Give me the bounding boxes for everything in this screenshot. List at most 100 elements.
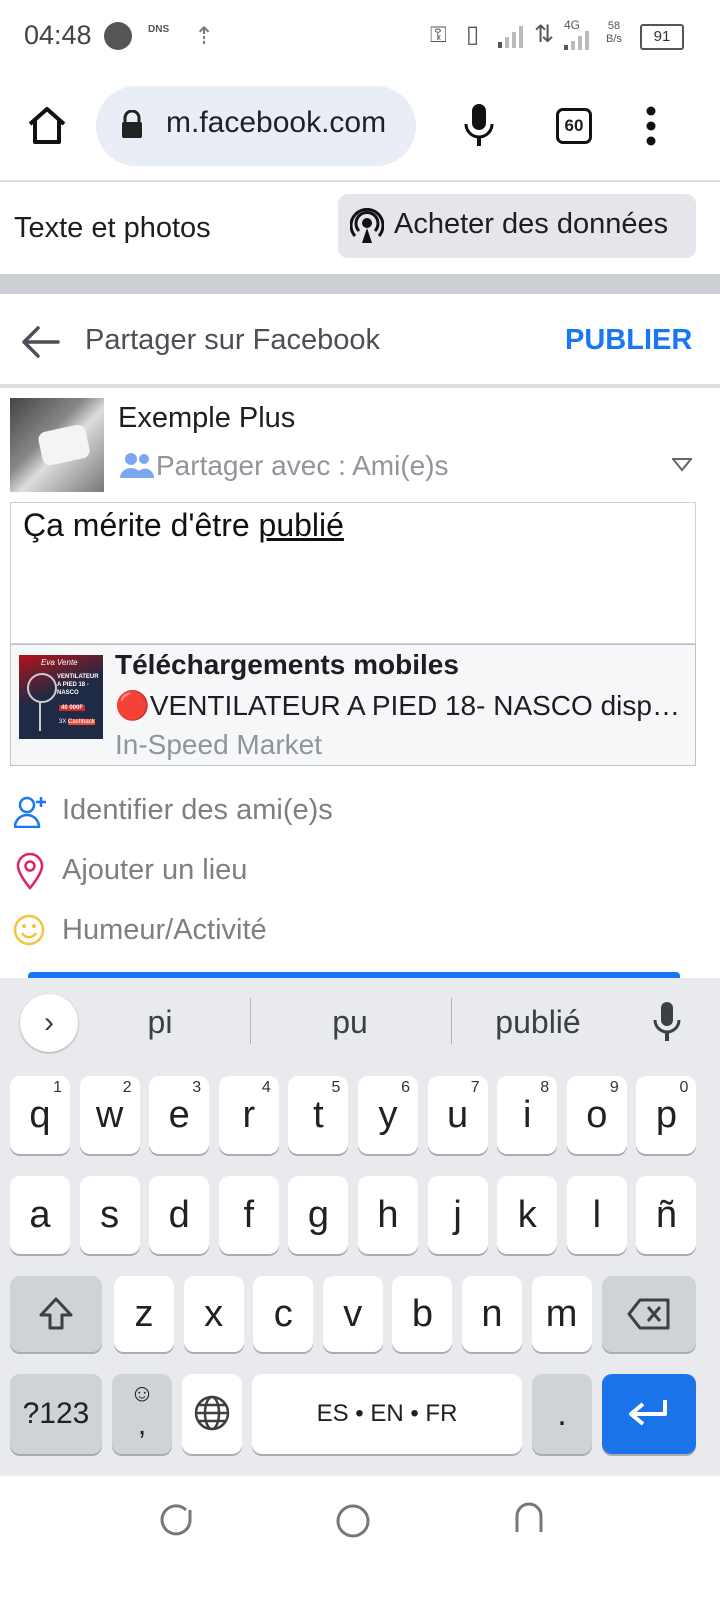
key-y[interactable]: y6 bbox=[358, 1076, 418, 1154]
thumb-price: 40 000F bbox=[59, 705, 86, 711]
overflow-menu-button[interactable] bbox=[644, 106, 658, 146]
thumb-text: VENTILATEUR A PIED 18 -NASCO bbox=[57, 674, 99, 696]
dropdown-triangle-icon[interactable] bbox=[670, 458, 694, 477]
key-o[interactable]: o9 bbox=[566, 1076, 627, 1154]
key-f[interactable]: f bbox=[218, 1176, 279, 1254]
user-name[interactable]: Exemple Plus bbox=[118, 402, 295, 435]
key-a[interactable]: a bbox=[10, 1176, 70, 1254]
key-label: o bbox=[586, 1094, 608, 1136]
suggestion-2[interactable]: pu bbox=[260, 1004, 440, 1041]
key-g[interactable]: g bbox=[288, 1176, 349, 1254]
key-m[interactable]: m bbox=[531, 1276, 592, 1352]
key-label: q bbox=[29, 1094, 51, 1136]
tag-friends-row[interactable]: Identifier des ami(e)s bbox=[0, 786, 720, 836]
post-text-input[interactable]: Ça mérite d'être publié bbox=[10, 502, 696, 644]
comma-label: , bbox=[137, 1408, 147, 1441]
enter-key[interactable] bbox=[602, 1374, 696, 1454]
suggestion-1[interactable]: pi bbox=[70, 1004, 250, 1041]
recents-icon bbox=[160, 1504, 192, 1536]
key-q[interactable]: q1 bbox=[10, 1076, 70, 1154]
status-bar: 04:48 DNS ⇡ ⚿ ▯ ⇅ 4G 58 B/s 91 bbox=[0, 0, 720, 72]
dns-label: DNS bbox=[148, 24, 170, 35]
key-j[interactable]: j bbox=[427, 1176, 488, 1254]
shift-icon bbox=[39, 1297, 73, 1330]
globe-icon bbox=[194, 1395, 230, 1431]
key-h[interactable]: h bbox=[358, 1176, 418, 1254]
symbols-key-label: ?123 bbox=[22, 1397, 90, 1430]
publish-button[interactable]: PUBLIER bbox=[565, 324, 692, 357]
key-hint: 5 bbox=[331, 1079, 341, 1096]
back-nav-button[interactable] bbox=[512, 1502, 546, 1536]
mode-label[interactable]: Texte et photos bbox=[14, 212, 211, 245]
feeling-activity-label: Humeur/Activité bbox=[62, 914, 267, 946]
language-key[interactable] bbox=[182, 1374, 242, 1454]
key-hint: 0 bbox=[679, 1079, 689, 1096]
system-nav-bar bbox=[0, 1474, 720, 1600]
key-w[interactable]: w2 bbox=[79, 1076, 140, 1154]
key-d[interactable]: d bbox=[149, 1176, 210, 1254]
key-v[interactable]: v bbox=[322, 1276, 383, 1352]
keyboard-voice-button[interactable] bbox=[652, 1000, 682, 1044]
post-text: Ça mérite d'être publié bbox=[23, 507, 344, 544]
home-circle-icon bbox=[336, 1504, 370, 1538]
key-t[interactable]: t5 bbox=[288, 1076, 349, 1154]
symbols-key[interactable]: ?123 bbox=[10, 1374, 102, 1454]
key-x[interactable]: x bbox=[183, 1276, 244, 1352]
period-key[interactable]: . bbox=[532, 1374, 592, 1454]
tab-switcher-button[interactable]: 60 bbox=[556, 108, 592, 144]
space-key[interactable]: ES • EN • FR bbox=[252, 1374, 522, 1454]
back-button[interactable] bbox=[20, 322, 60, 362]
key-label: w bbox=[95, 1094, 124, 1136]
section-separator bbox=[0, 274, 720, 294]
backspace-key[interactable] bbox=[602, 1276, 696, 1352]
url-text[interactable]: m.facebook.com bbox=[166, 106, 386, 140]
home-nav-button[interactable] bbox=[336, 1504, 370, 1538]
microphone-icon bbox=[464, 104, 494, 146]
key-l[interactable]: l bbox=[566, 1176, 627, 1254]
key-u[interactable]: u7 bbox=[427, 1076, 488, 1154]
key-p[interactable]: p0 bbox=[636, 1076, 697, 1154]
home-icon bbox=[28, 107, 66, 144]
data-transfer-icon: ⇅ bbox=[534, 21, 555, 48]
key-ñ[interactable]: ñ bbox=[636, 1176, 697, 1254]
voice-search-button[interactable] bbox=[462, 102, 496, 148]
key-label: e bbox=[168, 1094, 190, 1136]
key-hint: 6 bbox=[401, 1079, 410, 1096]
key-label: r bbox=[242, 1094, 256, 1136]
emoji-icon: ☺ bbox=[129, 1380, 155, 1407]
suggestion-3[interactable]: publié bbox=[448, 1004, 628, 1041]
signal-2-icon bbox=[564, 31, 589, 50]
key-c[interactable]: c bbox=[253, 1276, 314, 1352]
speed-value: 58 bbox=[607, 20, 621, 32]
divider bbox=[0, 180, 720, 182]
link-thumbnail: Eva Vente VENTILATEUR A PIED 18 -NASCO 4… bbox=[19, 655, 103, 739]
signal-icon bbox=[498, 26, 523, 48]
key-r[interactable]: r4 bbox=[218, 1076, 279, 1154]
avatar[interactable] bbox=[10, 398, 104, 492]
key-hint: 7 bbox=[470, 1079, 480, 1096]
home-button[interactable] bbox=[26, 104, 68, 146]
key-hint: 3 bbox=[192, 1079, 202, 1096]
key-e[interactable]: e3 bbox=[149, 1076, 210, 1154]
recents-button[interactable] bbox=[160, 1504, 194, 1538]
link-preview-card[interactable]: Eva Vente VENTILATEUR A PIED 18 -NASCO 4… bbox=[10, 644, 696, 766]
key-n[interactable]: n bbox=[462, 1276, 522, 1352]
add-location-row[interactable]: Ajouter un lieu bbox=[0, 846, 720, 896]
key-i[interactable]: i8 bbox=[497, 1076, 558, 1154]
period-key-label: . bbox=[557, 1395, 567, 1433]
feeling-activity-row[interactable]: Humeur/Activité bbox=[0, 906, 720, 956]
key-s[interactable]: s bbox=[79, 1176, 140, 1254]
key-k[interactable]: k bbox=[497, 1176, 558, 1254]
emoji-comma-key[interactable]: ☺ , bbox=[112, 1374, 172, 1454]
audience-selector[interactable]: Partager avec : Ami(e)s bbox=[156, 450, 449, 482]
key-z[interactable]: z bbox=[114, 1276, 174, 1352]
broadcast-icon bbox=[350, 208, 384, 243]
microphone-icon bbox=[653, 1002, 681, 1041]
more-vert-icon bbox=[646, 106, 656, 146]
shift-key[interactable] bbox=[10, 1276, 102, 1352]
key-label: p bbox=[655, 1094, 677, 1136]
dns-icon: DNS bbox=[148, 24, 169, 35]
buy-data-button[interactable]: Acheter des données bbox=[338, 194, 696, 258]
key-b[interactable]: b bbox=[392, 1276, 453, 1352]
network-speed: 58 B/s bbox=[606, 20, 622, 46]
